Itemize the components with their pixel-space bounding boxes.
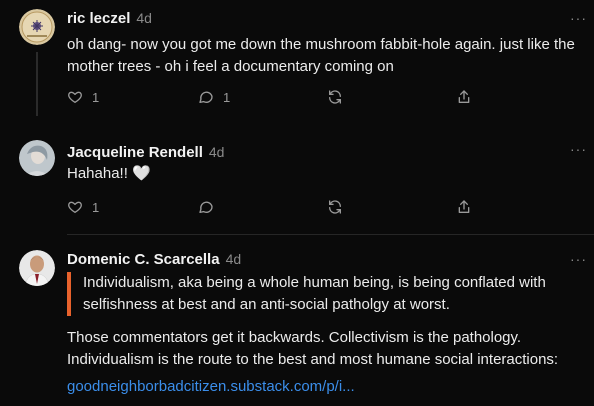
more-icon[interactable]: ···	[570, 10, 587, 26]
restack-button[interactable]	[327, 197, 343, 217]
author-name[interactable]: Jacqueline Rendell	[67, 144, 203, 161]
blockquote: Individualism, aka being a whole human b…	[67, 272, 593, 316]
comment-age[interactable]: 4d	[136, 10, 152, 26]
heart-icon	[67, 199, 83, 215]
share-button[interactable]	[456, 87, 472, 107]
thread-line	[36, 52, 38, 116]
heart-icon	[67, 89, 83, 105]
more-icon[interactable]: ···	[570, 251, 587, 267]
comment-header: Jacqueline Rendell 4d	[67, 144, 224, 161]
comment-text: oh dang- now you got me down the mushroo…	[67, 36, 575, 75]
comment-header: ric leczel 4d	[67, 10, 152, 27]
more-icon[interactable]: ···	[570, 141, 587, 157]
external-link[interactable]: goodneighborbadcitizen.substack.com/p/i.…	[67, 378, 355, 395]
comment-ric-leczel: ric leczel 4d ··· oh dang- now you got me…	[0, 0, 594, 118]
comment-age[interactable]: 4d	[209, 144, 225, 160]
avatar[interactable]	[19, 9, 55, 45]
avatar[interactable]	[19, 250, 55, 286]
comment-actions: 1 1	[67, 87, 487, 107]
share-icon	[456, 199, 472, 215]
comment-jacqueline-rendell: Jacqueline Rendell 4d ··· Hahaha!! 🤍 1	[0, 118, 594, 234]
avatar[interactable]	[19, 140, 55, 176]
comment-icon	[198, 89, 214, 105]
restack-icon	[327, 199, 343, 215]
comment-header: Domenic C. Scarcella 4d	[67, 251, 241, 268]
comment-text: Hahaha!! 🤍	[67, 165, 151, 182]
like-count: 1	[92, 89, 100, 105]
like-count: 1	[92, 199, 100, 215]
comment-text: Those commentators get it backwards. Col…	[67, 329, 559, 368]
reply-count: 1	[223, 89, 231, 105]
comment-actions: 1	[67, 197, 487, 217]
comment-domenic-scarcella: Domenic C. Scarcella 4d ··· Individualism…	[0, 234, 594, 406]
restack-button[interactable]	[327, 87, 343, 107]
comment-icon	[198, 199, 214, 215]
restack-icon	[327, 89, 343, 105]
author-name[interactable]: Domenic C. Scarcella	[67, 251, 220, 268]
comment-age[interactable]: 4d	[226, 251, 242, 267]
like-button[interactable]: 1	[67, 87, 99, 107]
reply-button[interactable]: 1	[198, 87, 230, 107]
share-icon	[456, 89, 472, 105]
author-name[interactable]: ric leczel	[67, 10, 130, 27]
reply-button[interactable]	[198, 197, 214, 217]
like-button[interactable]: 1	[67, 197, 99, 217]
share-button[interactable]	[456, 197, 472, 217]
